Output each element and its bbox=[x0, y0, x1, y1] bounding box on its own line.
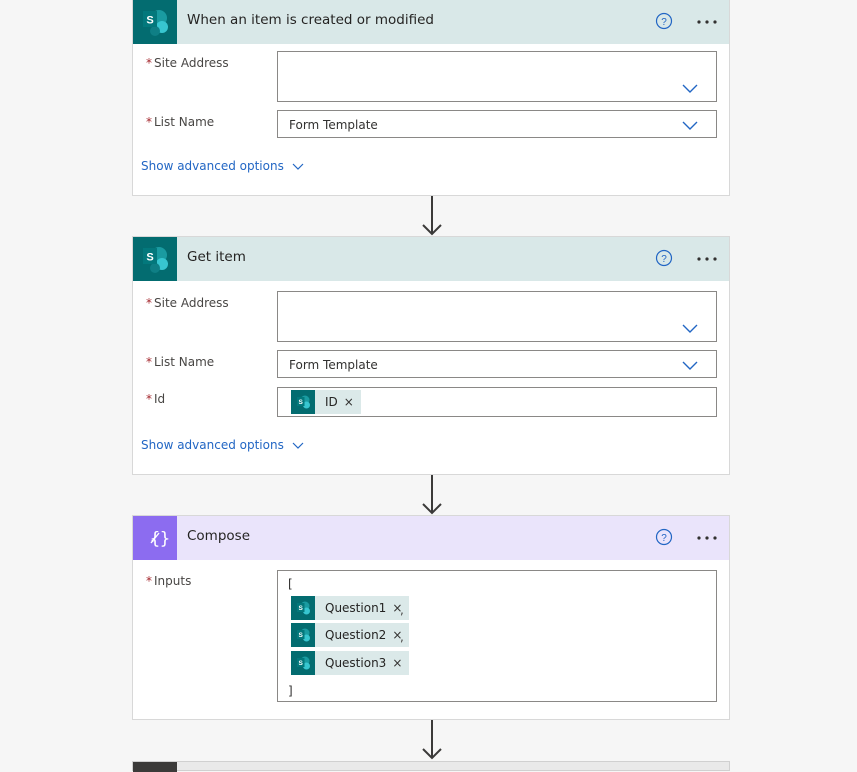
site-address-dropdown[interactable] bbox=[277, 291, 717, 342]
action-icon bbox=[133, 762, 177, 772]
sharepoint-icon: S bbox=[291, 596, 315, 620]
sharepoint-icon: S bbox=[291, 651, 315, 675]
svg-text:S: S bbox=[299, 632, 304, 639]
id-token[interactable]: S ID × bbox=[291, 390, 361, 414]
chevron-down-icon bbox=[292, 442, 304, 449]
svg-text:S: S bbox=[299, 605, 304, 612]
get-item-card: S Get item ? * Site Address * List Name Fo… bbox=[132, 236, 730, 475]
help-icon[interactable]: ? bbox=[655, 249, 673, 267]
next-action-card[interactable] bbox=[132, 761, 730, 772]
chevron-down-icon[interactable] bbox=[682, 121, 698, 131]
sharepoint-icon: S bbox=[133, 0, 177, 44]
trigger-title: When an item is created or modified bbox=[187, 12, 434, 28]
list-name-dropdown[interactable]: Form Template bbox=[277, 350, 717, 378]
compose-card: { } Compose ? * Inputs [ S Question1 × ,… bbox=[132, 515, 730, 720]
chevron-down-icon bbox=[292, 163, 304, 170]
list-name-value: Form Template bbox=[289, 358, 378, 372]
sharepoint-icon: S bbox=[133, 237, 177, 281]
svg-text:}: } bbox=[160, 529, 170, 549]
svg-text:?: ? bbox=[661, 533, 667, 544]
sharepoint-icon: S bbox=[291, 390, 315, 414]
close-bracket: ] bbox=[288, 684, 293, 698]
chevron-down-icon[interactable] bbox=[682, 361, 698, 371]
svg-text:S: S bbox=[299, 660, 304, 667]
svg-text:?: ? bbox=[661, 254, 667, 265]
sharepoint-icon: S bbox=[291, 623, 315, 647]
svg-text:S: S bbox=[146, 15, 153, 27]
get-item-title: Get item bbox=[187, 249, 246, 265]
compose-title: Compose bbox=[187, 528, 251, 544]
remove-token-icon[interactable]: × bbox=[392, 656, 402, 670]
compose-icon: { } bbox=[133, 516, 177, 560]
arrow-down-icon bbox=[422, 720, 442, 760]
list-name-value: Form Template bbox=[289, 118, 378, 132]
question1-token[interactable]: S Question1 × bbox=[291, 596, 410, 620]
svg-text:?: ? bbox=[661, 17, 667, 28]
id-field[interactable]: S ID × bbox=[277, 387, 717, 417]
arrow-down-icon bbox=[422, 196, 442, 236]
inputs-field[interactable]: [ S Question1 × , S Question2 × , S Ques… bbox=[277, 570, 717, 702]
list-name-label: * List Name bbox=[146, 355, 215, 369]
help-icon[interactable]: ? bbox=[655, 12, 673, 30]
more-options-icon[interactable] bbox=[695, 249, 719, 269]
more-options-icon[interactable] bbox=[695, 12, 719, 32]
open-bracket: [ bbox=[288, 577, 293, 591]
chevron-down-icon[interactable] bbox=[682, 84, 698, 94]
inputs-label: * Inputs bbox=[146, 574, 192, 588]
question3-token[interactable]: S Question3 × bbox=[291, 651, 410, 675]
compose-card-header[interactable]: { } Compose ? bbox=[133, 516, 729, 560]
more-options-icon[interactable] bbox=[695, 528, 719, 548]
id-label: * Id bbox=[146, 392, 166, 406]
help-icon[interactable]: ? bbox=[655, 528, 673, 546]
svg-text:S: S bbox=[146, 252, 153, 264]
question2-token[interactable]: S Question2 × bbox=[291, 623, 410, 647]
site-address-label: * Site Address bbox=[146, 296, 229, 310]
remove-token-icon[interactable]: × bbox=[344, 395, 354, 409]
chevron-down-icon[interactable] bbox=[682, 324, 698, 334]
site-address-dropdown[interactable] bbox=[277, 51, 717, 102]
trigger-card: S When an item is created or modified ? … bbox=[132, 0, 730, 196]
get-item-card-header[interactable]: S Get item ? bbox=[133, 237, 729, 281]
list-name-label: * List Name bbox=[146, 115, 215, 129]
show-advanced-options-link[interactable]: Show advanced options bbox=[141, 159, 304, 173]
site-address-label: * Site Address bbox=[146, 56, 229, 70]
trigger-card-header[interactable]: S When an item is created or modified ? bbox=[133, 0, 729, 44]
arrow-down-icon bbox=[422, 475, 442, 515]
svg-text:S: S bbox=[299, 399, 304, 406]
show-advanced-options-link[interactable]: Show advanced options bbox=[141, 438, 304, 452]
list-name-dropdown[interactable]: Form Template bbox=[277, 110, 717, 138]
